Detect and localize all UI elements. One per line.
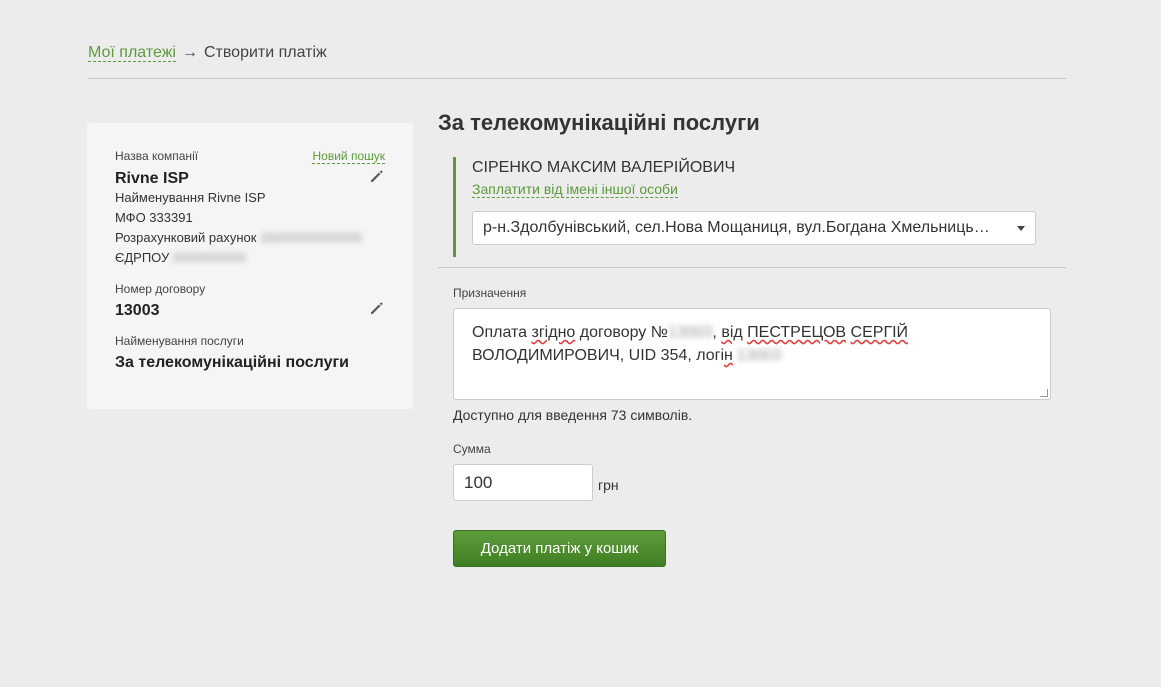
company-info-card: Назва компанії Новий пошук Rivne ISP Най… (87, 123, 413, 409)
company-edrpou: ЄДРПОУ 0000000000 (115, 248, 385, 268)
purpose-text-4: , (712, 324, 717, 341)
purpose-blurred-2: 13003 (736, 347, 782, 364)
purpose-blurred-1: 13003 (667, 324, 713, 341)
purpose-text-9: н (724, 347, 733, 364)
edit-contract-pencil-icon[interactable] (369, 300, 385, 316)
available-chars-text: Доступно для введення 73 символів. (453, 407, 693, 423)
purpose-text-6: ПЕСТРЕЦОВ (747, 324, 847, 341)
account-label: Розрахунковий рахунок (115, 230, 257, 245)
address-select-value: р-н.Здолбунівський, сел.Нова Мощаниця, в… (483, 219, 993, 236)
address-select[interactable]: р-н.Здолбунівський, сел.Нова Мощаниця, в… (472, 211, 1036, 245)
service-name: За телекомунікаційні послуги (115, 354, 349, 371)
sum-label: Сумма (453, 442, 491, 456)
resize-grip-icon[interactable] (1040, 389, 1048, 397)
sum-input[interactable] (453, 464, 593, 501)
purpose-text-1: Оплата (472, 324, 528, 341)
purpose-textarea[interactable]: Оплата згідно договору №13003, від ПЕСТР… (453, 308, 1051, 400)
contract-number: 13003 (115, 302, 160, 319)
new-search-link[interactable]: Новий пошук (312, 149, 385, 164)
edit-company-pencil-icon[interactable] (369, 168, 385, 184)
mid-divider (438, 267, 1066, 268)
purpose-label: Призначення (453, 286, 527, 300)
purpose-text-7: СЕРГІЙ (850, 324, 909, 341)
company-full-name: Найменування Rivne ISP (115, 190, 266, 205)
breadcrumb-my-payments-link[interactable]: Мої платежі (88, 44, 176, 62)
contract-label: Номер договору (115, 282, 206, 296)
service-label: Найменування послуги (115, 334, 244, 348)
account-value-blurred: 26000000000000 (260, 230, 362, 245)
purpose-text-8: ВОЛОДИМИРОВИЧ, UID 354, логі (472, 347, 725, 364)
add-to-cart-button[interactable]: Додати платіж у кошик (453, 530, 666, 567)
currency-label: грн (598, 477, 619, 493)
company-label: Назва компанії (115, 149, 199, 163)
edrpou-label: ЄДРПОУ (115, 250, 170, 265)
payer-name: СІРЕНКО МАКСИМ ВАЛЕРІЙОВИЧ (472, 159, 736, 176)
breadcrumb: Мої платежі → Створити платіж (88, 44, 327, 62)
company-mfo: МФО 333391 (115, 210, 193, 225)
purpose-text-2: згідно (531, 324, 576, 341)
page-title: За телекомунікаційні послуги (438, 110, 760, 135)
caret-down-icon (1017, 225, 1025, 231)
company-name: Rivne ISP (115, 170, 189, 187)
company-account: Розрахунковий рахунок 26000000000000 (115, 228, 385, 248)
payer-block: СІРЕНКО МАКСИМ ВАЛЕРІЙОВИЧ Заплатити від… (453, 157, 1036, 257)
edrpou-value-blurred: 0000000000 (173, 250, 246, 265)
purpose-text-3: договору № (579, 324, 668, 341)
purpose-text-5: від (721, 324, 743, 341)
pay-other-person-link[interactable]: Заплатити від імені іншої особи (472, 181, 678, 198)
breadcrumb-arrow: → (181, 44, 198, 61)
breadcrumb-current: Створити платіж (203, 44, 327, 61)
top-divider (88, 78, 1066, 79)
